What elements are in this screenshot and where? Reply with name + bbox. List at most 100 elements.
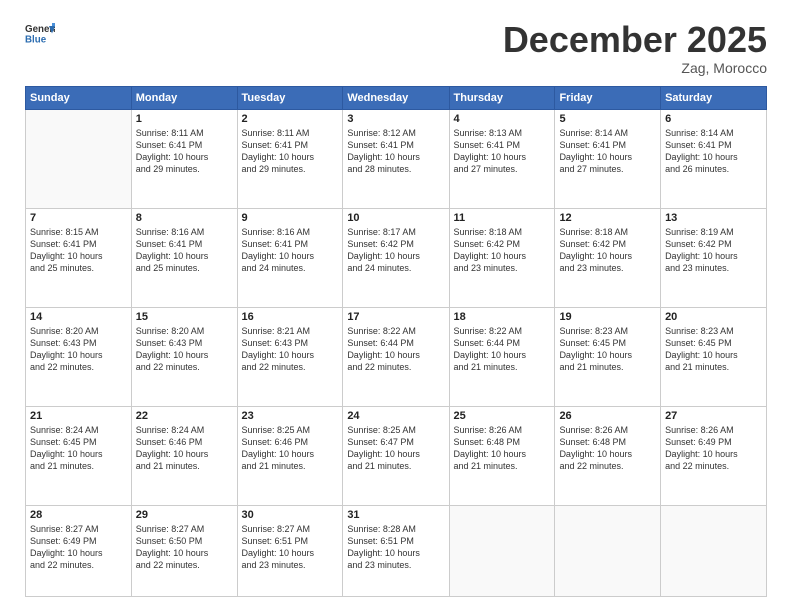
day-number: 31 xyxy=(347,509,444,521)
day-info: Sunrise: 8:11 AM Sunset: 6:41 PM Dayligh… xyxy=(136,127,233,176)
day-info: Sunrise: 8:23 AM Sunset: 6:45 PM Dayligh… xyxy=(559,325,656,374)
week-row-2: 7 Sunrise: 8:15 AM Sunset: 6:41 PM Daylig… xyxy=(26,208,767,307)
table-cell: 9 Sunrise: 8:16 AM Sunset: 6:41 PM Daylig… xyxy=(237,208,343,307)
day-number: 21 xyxy=(30,410,127,422)
day-number: 1 xyxy=(136,113,233,125)
table-cell: 15Sunrise: 8:20 AM Sunset: 6:43 PM Dayli… xyxy=(131,307,237,406)
day-info: Sunrise: 8:20 AM Sunset: 6:43 PM Dayligh… xyxy=(30,325,127,374)
day-number: 13 xyxy=(665,212,762,224)
day-info: Sunrise: 8:27 AM Sunset: 6:50 PM Dayligh… xyxy=(136,523,233,572)
table-cell: 5Sunrise: 8:14 AM Sunset: 6:41 PM Daylig… xyxy=(555,109,661,208)
week-row-5: 28 Sunrise: 8:27 AM Sunset: 6:49 PM Dayli… xyxy=(26,505,767,596)
table-cell: 14Sunrise: 8:20 AM Sunset: 6:43 PM Dayli… xyxy=(26,307,132,406)
header-day-wednesday: Wednesday xyxy=(343,86,449,109)
day-number: 2 xyxy=(242,113,339,125)
table-cell: 10Sunrise: 8:17 AM Sunset: 6:42 PM Dayli… xyxy=(343,208,449,307)
day-number: 27 xyxy=(665,410,762,422)
table-cell: 8Sunrise: 8:16 AM Sunset: 6:41 PM Daylig… xyxy=(131,208,237,307)
table-cell xyxy=(449,505,555,596)
table-cell: 12 Sunrise: 8:18 AM Sunset: 6:42 PM Dayli… xyxy=(555,208,661,307)
header-day-thursday: Thursday xyxy=(449,86,555,109)
table-cell: 2 Sunrise: 8:11 AM Sunset: 6:41 PM Daylig… xyxy=(237,109,343,208)
day-number: 20 xyxy=(665,311,762,323)
header-day-friday: Friday xyxy=(555,86,661,109)
day-number: 8 xyxy=(136,212,233,224)
day-number: 10 xyxy=(347,212,444,224)
table-cell: 7 Sunrise: 8:15 AM Sunset: 6:41 PM Daylig… xyxy=(26,208,132,307)
day-info: Sunrise: 8:26 AM Sunset: 6:48 PM Dayligh… xyxy=(454,424,551,473)
table-cell: 27 Sunrise: 8:26 AM Sunset: 6:49 PM Dayli… xyxy=(661,406,767,505)
day-number: 6 xyxy=(665,113,762,125)
day-info: Sunrise: 8:27 AM Sunset: 6:51 PM Dayligh… xyxy=(242,523,339,572)
day-info: Sunrise: 8:24 AM Sunset: 6:46 PM Dayligh… xyxy=(136,424,233,473)
table-cell xyxy=(26,109,132,208)
month-title: December 2025 xyxy=(503,20,767,60)
day-info: Sunrise: 8:14 AM Sunset: 6:41 PM Dayligh… xyxy=(665,127,762,176)
table-cell: 28 Sunrise: 8:27 AM Sunset: 6:49 PM Dayli… xyxy=(26,505,132,596)
day-info: Sunrise: 8:23 AM Sunset: 6:45 PM Dayligh… xyxy=(665,325,762,374)
table-cell: 22 Sunrise: 8:24 AM Sunset: 6:46 PM Dayli… xyxy=(131,406,237,505)
day-number: 16 xyxy=(242,311,339,323)
day-number: 25 xyxy=(454,410,551,422)
table-cell: 25 Sunrise: 8:26 AM Sunset: 6:48 PM Dayli… xyxy=(449,406,555,505)
week-row-3: 14Sunrise: 8:20 AM Sunset: 6:43 PM Dayli… xyxy=(26,307,767,406)
day-info: Sunrise: 8:16 AM Sunset: 6:41 PM Dayligh… xyxy=(242,226,339,275)
logo: General Blue xyxy=(25,20,55,50)
header: General Blue December 2025 Zag, Morocco xyxy=(25,20,767,76)
day-number: 26 xyxy=(559,410,656,422)
table-cell: 24Sunrise: 8:25 AM Sunset: 6:47 PM Dayli… xyxy=(343,406,449,505)
day-info: Sunrise: 8:28 AM Sunset: 6:51 PM Dayligh… xyxy=(347,523,444,572)
table-cell: 31 Sunrise: 8:28 AM Sunset: 6:51 PM Dayli… xyxy=(343,505,449,596)
day-info: Sunrise: 8:14 AM Sunset: 6:41 PM Dayligh… xyxy=(559,127,656,176)
table-cell: 30Sunrise: 8:27 AM Sunset: 6:51 PM Dayli… xyxy=(237,505,343,596)
table-cell: 3Sunrise: 8:12 AM Sunset: 6:41 PM Daylig… xyxy=(343,109,449,208)
logo-icon: General Blue xyxy=(25,20,55,50)
header-day-tuesday: Tuesday xyxy=(237,86,343,109)
day-number: 23 xyxy=(242,410,339,422)
table-cell: 16 Sunrise: 8:21 AM Sunset: 6:43 PM Dayli… xyxy=(237,307,343,406)
day-info: Sunrise: 8:18 AM Sunset: 6:42 PM Dayligh… xyxy=(559,226,656,275)
day-number: 7 xyxy=(30,212,127,224)
table-cell: 23 Sunrise: 8:25 AM Sunset: 6:46 PM Dayli… xyxy=(237,406,343,505)
header-day-sunday: Sunday xyxy=(26,86,132,109)
day-info: Sunrise: 8:26 AM Sunset: 6:49 PM Dayligh… xyxy=(665,424,762,473)
day-number: 12 xyxy=(559,212,656,224)
day-number: 11 xyxy=(454,212,551,224)
table-cell: 18 Sunrise: 8:22 AM Sunset: 6:44 PM Dayli… xyxy=(449,307,555,406)
day-number: 22 xyxy=(136,410,233,422)
day-number: 4 xyxy=(454,113,551,125)
svg-text:Blue: Blue xyxy=(25,35,47,46)
day-info: Sunrise: 8:25 AM Sunset: 6:46 PM Dayligh… xyxy=(242,424,339,473)
day-info: Sunrise: 8:13 AM Sunset: 6:41 PM Dayligh… xyxy=(454,127,551,176)
table-cell: 29 Sunrise: 8:27 AM Sunset: 6:50 PM Dayli… xyxy=(131,505,237,596)
table-cell: 6 Sunrise: 8:14 AM Sunset: 6:41 PM Daylig… xyxy=(661,109,767,208)
table-cell: 17 Sunrise: 8:22 AM Sunset: 6:44 PM Dayli… xyxy=(343,307,449,406)
table-cell: 26 Sunrise: 8:26 AM Sunset: 6:48 PM Dayli… xyxy=(555,406,661,505)
day-info: Sunrise: 8:25 AM Sunset: 6:47 PM Dayligh… xyxy=(347,424,444,473)
day-number: 3 xyxy=(347,113,444,125)
day-number: 17 xyxy=(347,311,444,323)
week-row-4: 21Sunrise: 8:24 AM Sunset: 6:45 PM Dayli… xyxy=(26,406,767,505)
day-info: Sunrise: 8:11 AM Sunset: 6:41 PM Dayligh… xyxy=(242,127,339,176)
day-number: 9 xyxy=(242,212,339,224)
table-cell: 4 Sunrise: 8:13 AM Sunset: 6:41 PM Daylig… xyxy=(449,109,555,208)
day-info: Sunrise: 8:27 AM Sunset: 6:49 PM Dayligh… xyxy=(30,523,127,572)
week-row-1: 1 Sunrise: 8:11 AM Sunset: 6:41 PM Daylig… xyxy=(26,109,767,208)
day-number: 29 xyxy=(136,509,233,521)
day-number: 28 xyxy=(30,509,127,521)
day-number: 18 xyxy=(454,311,551,323)
table-cell: 21Sunrise: 8:24 AM Sunset: 6:45 PM Dayli… xyxy=(26,406,132,505)
day-info: Sunrise: 8:26 AM Sunset: 6:48 PM Dayligh… xyxy=(559,424,656,473)
table-cell: 13 Sunrise: 8:19 AM Sunset: 6:42 PM Dayli… xyxy=(661,208,767,307)
table-cell xyxy=(661,505,767,596)
day-info: Sunrise: 8:21 AM Sunset: 6:43 PM Dayligh… xyxy=(242,325,339,374)
day-info: Sunrise: 8:22 AM Sunset: 6:44 PM Dayligh… xyxy=(454,325,551,374)
header-day-saturday: Saturday xyxy=(661,86,767,109)
calendar-table: SundayMondayTuesdayWednesdayThursdayFrid… xyxy=(25,86,767,597)
day-number: 15 xyxy=(136,311,233,323)
header-row: SundayMondayTuesdayWednesdayThursdayFrid… xyxy=(26,86,767,109)
day-info: Sunrise: 8:22 AM Sunset: 6:44 PM Dayligh… xyxy=(347,325,444,374)
day-info: Sunrise: 8:15 AM Sunset: 6:41 PM Dayligh… xyxy=(30,226,127,275)
day-info: Sunrise: 8:19 AM Sunset: 6:42 PM Dayligh… xyxy=(665,226,762,275)
header-day-monday: Monday xyxy=(131,86,237,109)
